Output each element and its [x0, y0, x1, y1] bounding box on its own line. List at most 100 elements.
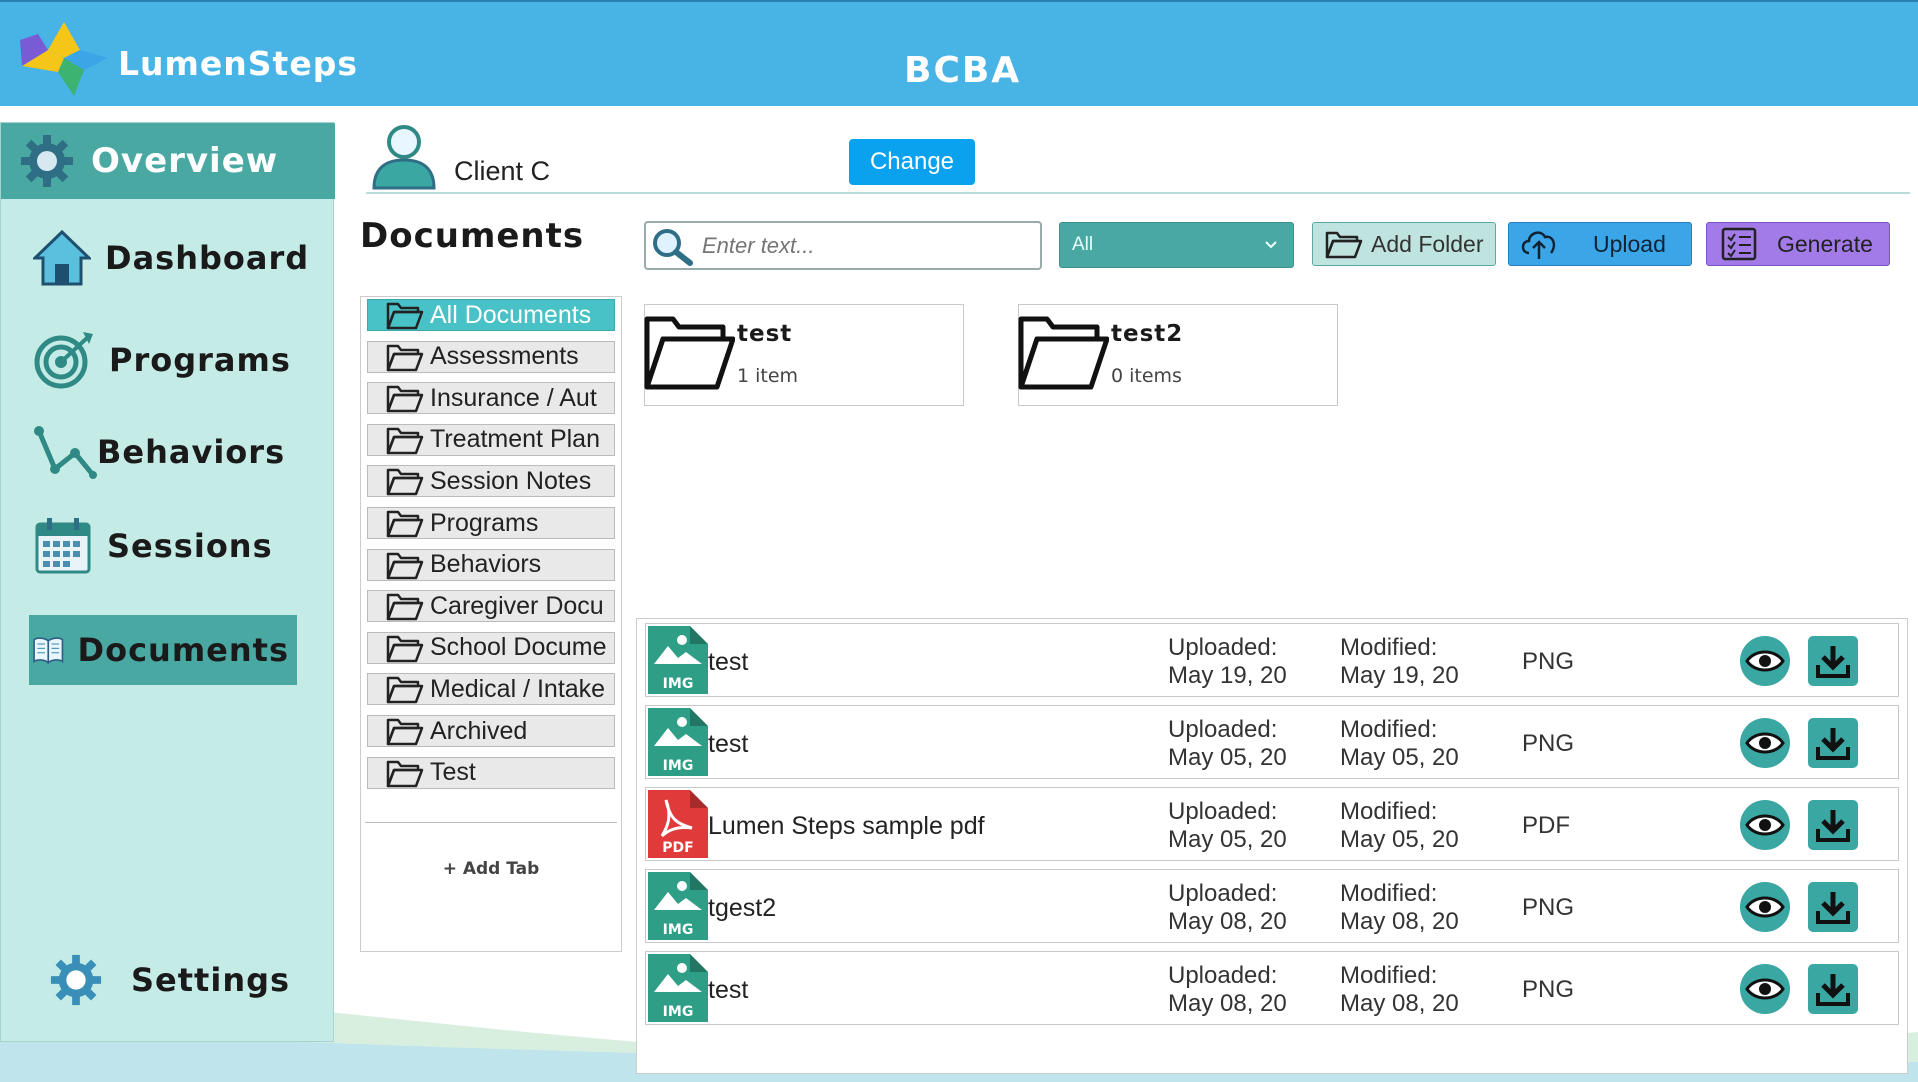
file-list: IMG test Uploaded: May 19, 20 Modified: May 1… — [636, 618, 1908, 1074]
sidebar-overview[interactable]: Overview — [1, 123, 335, 199]
search-box[interactable] — [644, 221, 1042, 270]
folder-tab[interactable]: Archived — [367, 715, 615, 747]
add-folder-button[interactable]: Add Folder — [1312, 222, 1496, 266]
book-icon — [33, 637, 64, 665]
view-button[interactable] — [1740, 800, 1790, 850]
folder-tab-label: Archived — [430, 716, 528, 745]
uploaded-date: Uploaded: May 08, 20 — [1168, 962, 1287, 1017]
view-button[interactable] — [1740, 964, 1790, 1014]
download-button[interactable] — [1808, 718, 1858, 768]
folder-tab-label: School Docume — [430, 633, 607, 662]
search-input[interactable] — [702, 232, 1022, 259]
download-button[interactable] — [1808, 636, 1858, 686]
folder-tab[interactable]: Treatment Plan — [367, 423, 615, 456]
checklist-icon — [1721, 227, 1757, 261]
folder-icon — [1018, 316, 1109, 390]
image-file-icon: IMG — [648, 626, 708, 694]
folder-card[interactable]: test2 0 items — [1018, 304, 1338, 406]
file-row[interactable]: IMG test Uploaded: May 19, 20 Modified: May 1… — [645, 623, 1899, 697]
lumensteps-logo — [20, 22, 108, 96]
sidebar-item-label: Behaviors — [97, 433, 286, 471]
sidebar-item-programs[interactable]: Programs — [29, 325, 299, 395]
download-button[interactable] — [1808, 964, 1858, 1014]
folder-tab[interactable]: Behaviors — [367, 548, 615, 581]
folder-tab[interactable]: School Docume — [367, 631, 615, 664]
sidebar-item-behaviors[interactable]: Behaviors — [29, 417, 293, 487]
document-filter-select[interactable]: All — [1059, 222, 1294, 268]
download-icon — [1816, 728, 1850, 760]
calendar-icon — [35, 518, 91, 574]
gear-icon — [50, 954, 102, 1006]
file-row[interactable]: IMG tgest2 Uploaded: May 08, 20 Modified: May… — [645, 869, 1899, 943]
sidebar-item-documents[interactable]: Documents — [29, 615, 297, 685]
view-button[interactable] — [1740, 882, 1790, 932]
folder-open-icon — [386, 385, 424, 413]
folder-open-icon — [386, 469, 424, 496]
modified-date: Modified: May 05, 20 — [1340, 716, 1459, 771]
upload-label: Upload — [1593, 230, 1666, 257]
folder-tab-label: Test — [430, 758, 476, 787]
folder-tab[interactable]: All Documents — [367, 299, 615, 331]
eye-icon — [1745, 650, 1785, 672]
folder-icon — [644, 316, 735, 390]
folder-tab[interactable]: Insurance / Aut — [367, 382, 615, 415]
upload-button[interactable]: Upload — [1508, 222, 1692, 266]
file-badge: IMG — [663, 922, 694, 938]
folder-tab-label: Caregiver Docu — [430, 591, 604, 620]
download-button[interactable] — [1808, 800, 1858, 850]
modified-date: Modified: May 19, 20 — [1340, 634, 1459, 689]
add-tab-button[interactable]: + Add Tab — [361, 859, 621, 879]
folder-open-icon — [386, 718, 424, 746]
sidebar-item-label: Dashboard — [105, 239, 310, 277]
file-row[interactable]: IMG test Uploaded: May 08, 20 Modified: May 0… — [645, 951, 1899, 1025]
cloud-upload-icon — [1521, 231, 1556, 259]
add-folder-label: Add Folder — [1371, 230, 1484, 257]
folder-tab[interactable]: Assessments — [367, 340, 615, 373]
file-row[interactable]: PDF Lumen Steps sample pdf Uploaded: May 05… — [645, 787, 1899, 861]
sidebar-item-sessions[interactable]: Sessions — [29, 511, 281, 581]
folder-card[interactable]: test 1 item — [644, 304, 964, 406]
folder-tab-label: Medical / Intake — [430, 674, 606, 703]
file-row[interactable]: IMG test Uploaded: May 05, 20 Modified: May 0… — [645, 705, 1899, 779]
client-name: Client C — [454, 156, 551, 186]
folder-tab[interactable]: Test — [367, 756, 615, 789]
folder-tab[interactable]: Programs — [367, 507, 615, 539]
app-header: LumenSteps BCBA — [0, 0, 1918, 106]
file-type: PNG — [1522, 976, 1575, 1003]
folder-tab-label: All Documents — [430, 300, 592, 329]
folder-tab-label: Session Notes — [430, 466, 592, 495]
generate-button[interactable]: Generate — [1706, 222, 1890, 266]
pdf-file-icon: PDF — [648, 790, 708, 858]
folder-item-count: 1 item — [737, 365, 799, 387]
folder-open-icon — [1325, 231, 1363, 259]
download-button[interactable] — [1808, 882, 1858, 932]
view-button[interactable] — [1740, 636, 1790, 686]
folder-tab[interactable]: Caregiver Docu — [367, 590, 615, 623]
change-client-button[interactable]: Change — [849, 139, 975, 185]
sidebar-item-label: Documents — [77, 631, 289, 669]
file-name: tgest2 — [708, 894, 777, 922]
folder-open-icon — [386, 677, 424, 704]
modified-date: Modified: May 05, 20 — [1340, 798, 1459, 853]
folder-tab-label: Assessments — [430, 342, 579, 371]
image-file-icon: IMG — [648, 708, 708, 776]
file-badge: PDF — [662, 840, 693, 856]
eye-icon — [1745, 814, 1785, 836]
folder-tab[interactable]: Session Notes — [367, 465, 615, 498]
file-name: test — [708, 730, 749, 758]
file-type: PNG — [1522, 894, 1575, 921]
folder-open-icon — [386, 302, 424, 330]
folder-name: test — [737, 321, 793, 347]
gear-icon — [21, 135, 73, 187]
sidebar-item-dashboard[interactable]: Dashboard — [29, 223, 317, 293]
image-file-icon: IMG — [648, 872, 708, 940]
folder-item-count: 0 items — [1111, 365, 1182, 387]
file-type: PNG — [1522, 730, 1575, 757]
folder-tab[interactable]: Medical / Intake — [367, 673, 615, 706]
client-avatar-icon — [372, 125, 436, 190]
view-button[interactable] — [1740, 718, 1790, 768]
home-icon — [33, 229, 91, 286]
file-type: PDF — [1522, 812, 1570, 839]
sidebar-item-settings[interactable]: Settings — [49, 953, 290, 1007]
chevron-down-icon — [1265, 241, 1277, 249]
